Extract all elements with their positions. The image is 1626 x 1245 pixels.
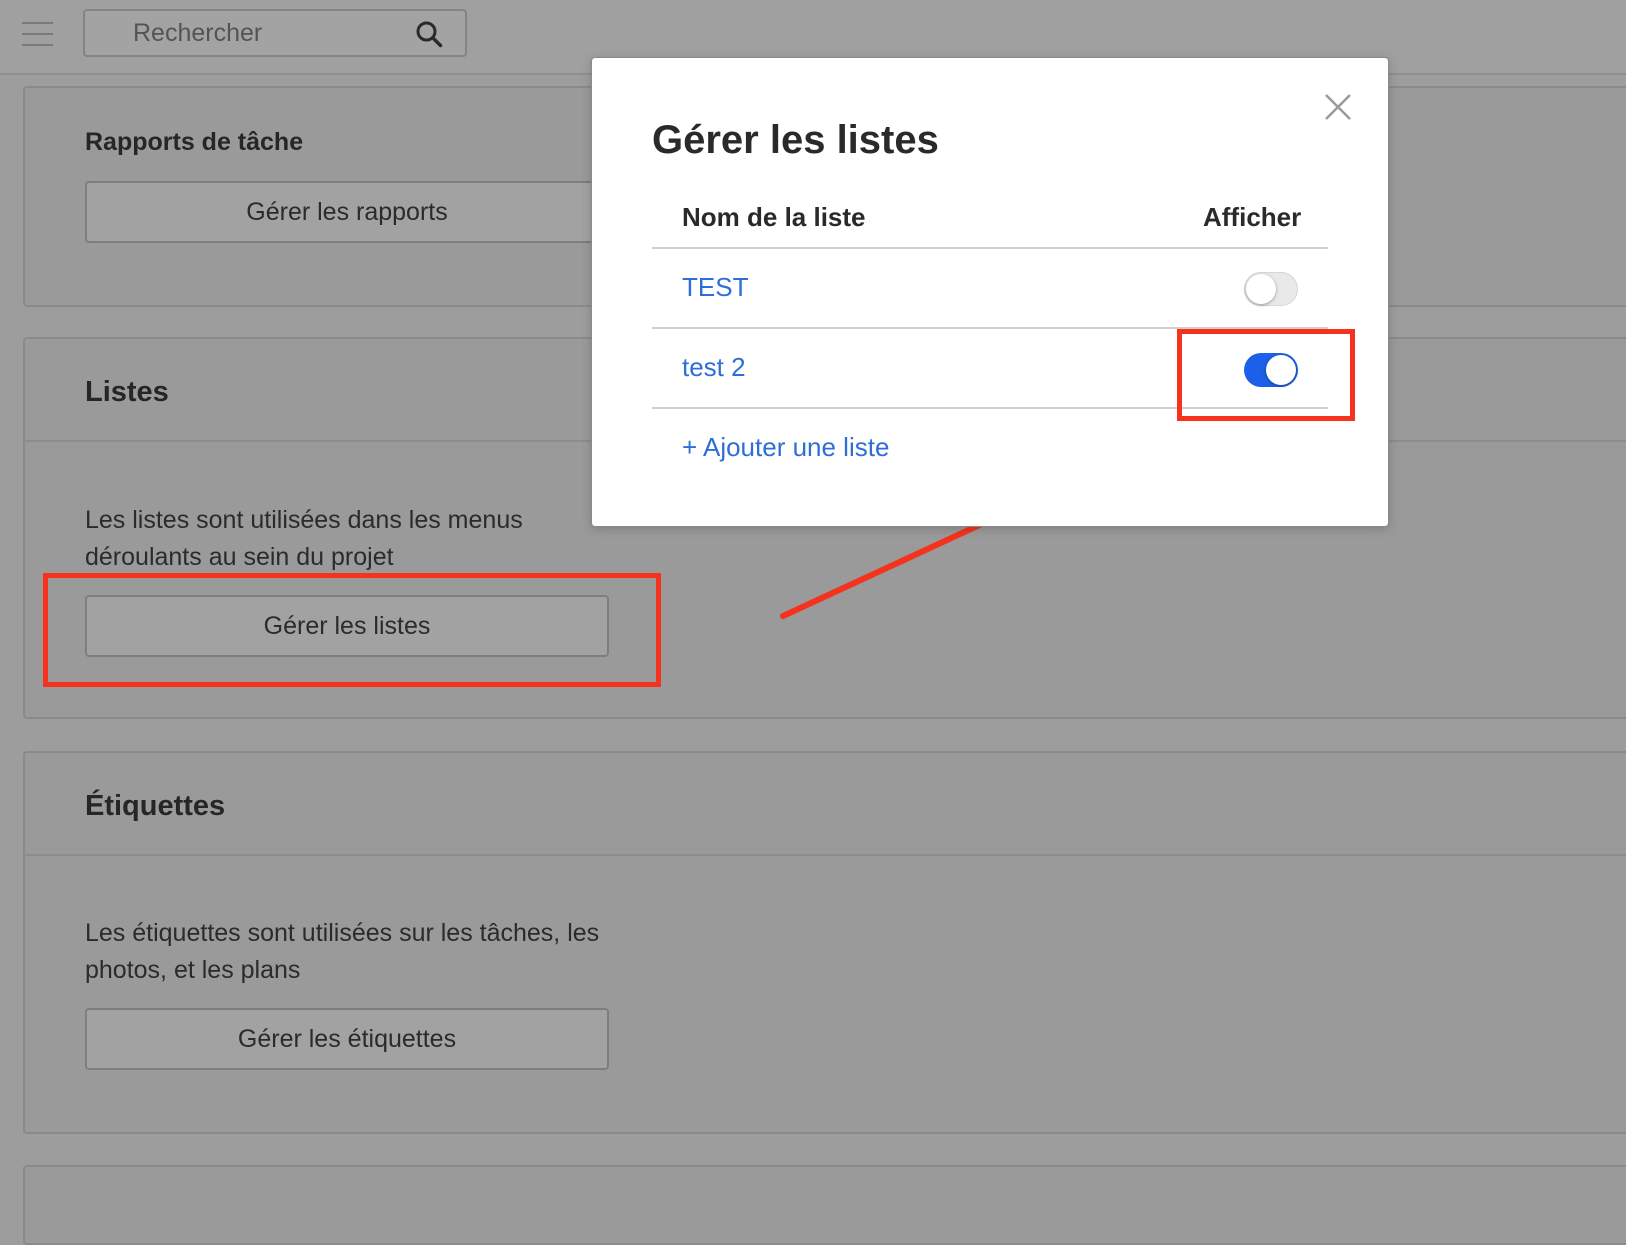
close-icon[interactable]	[1323, 92, 1353, 122]
header-divider	[652, 247, 1328, 249]
show-toggle-test[interactable]	[1244, 272, 1298, 306]
column-header-show: Afficher	[1203, 202, 1302, 232]
list-item-name[interactable]: test 2	[682, 352, 746, 383]
list-item-name[interactable]: TEST	[682, 272, 748, 303]
modal-title: Gérer les listes	[652, 118, 939, 162]
manage-lists-modal: Gérer les listes Nom de la liste Affiche…	[591, 57, 1389, 527]
toggle-knob	[1246, 274, 1276, 304]
add-list-link[interactable]: + Ajouter une liste	[682, 432, 889, 463]
annotation-box-toggle	[1177, 329, 1355, 421]
column-header-name: Nom de la liste	[682, 202, 866, 232]
